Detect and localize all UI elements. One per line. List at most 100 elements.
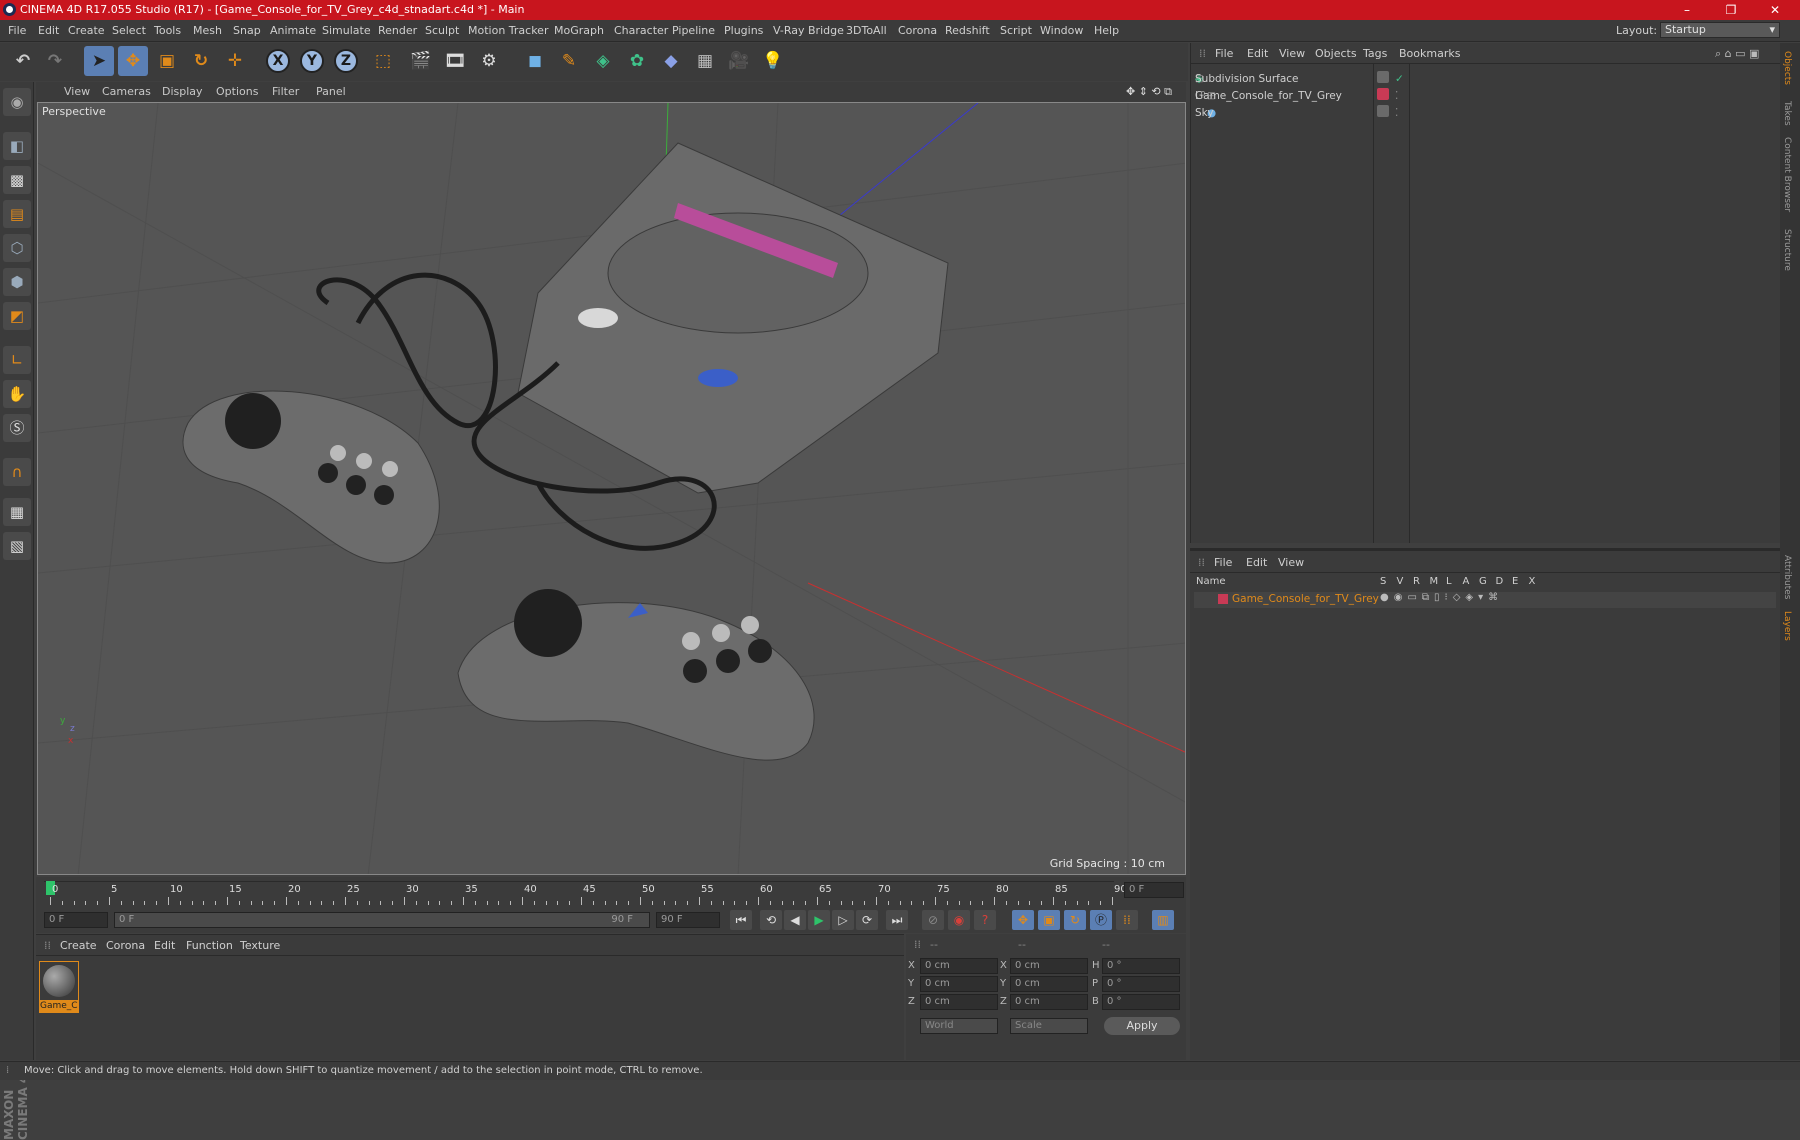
max-frame-field[interactable]: 90 F [656,912,720,928]
layer-col-x[interactable]: X [1529,576,1536,587]
key-position-icon[interactable]: ✥ [1012,910,1034,930]
menu-motion-tracker[interactable]: Motion Tracker [468,24,548,37]
menu-3dtoall[interactable]: 3DToAll [846,24,887,37]
menu-snap[interactable]: Snap [233,24,261,37]
layer-col-r[interactable]: R [1413,576,1420,587]
menu-sculpt[interactable]: Sculpt [425,24,459,37]
coord-size-field[interactable]: 0 cm [1010,994,1088,1010]
layer-col-name[interactable]: Name [1196,576,1226,587]
start-frame-field[interactable]: 0 F [44,912,108,928]
timeline-window-icon[interactable]: ▥ [1152,910,1174,930]
next-frame-icon[interactable]: ▷ [832,910,854,930]
key-parameter-icon[interactable]: Ⓟ [1090,910,1112,930]
tab-structure[interactable]: Structure [1782,229,1792,271]
mat-menu-create[interactable]: Create [60,939,97,952]
obj-menu-view[interactable]: View [1279,47,1305,60]
pen-spline-icon[interactable]: ✎ [554,46,584,76]
points-mode-icon[interactable]: ⬡ [3,234,31,262]
layer-menu-file[interactable]: File [1214,556,1232,569]
coord-size-field[interactable]: 0 cm [1010,976,1088,992]
tab-takes[interactable]: Takes [1782,101,1792,126]
workplane-icon[interactable]: ▤ [3,200,31,228]
floor-icon[interactable]: ▦ [690,46,720,76]
menu-corona[interactable]: Corona [898,24,937,37]
layer-menu-view[interactable]: View [1278,556,1304,569]
layer-row[interactable]: Game_Console_for_TV_Grey ●◉▭⧉▯⁝◇◈▾⌘ [1194,592,1776,608]
menu-mograph[interactable]: MoGraph [554,24,604,37]
material-swatch[interactable]: Game_C [39,961,79,1013]
menu-create[interactable]: Create [68,24,105,37]
camera-icon[interactable]: 🎥 [724,46,754,76]
layer-col-m[interactable]: M [1430,576,1439,587]
model-mode-icon[interactable]: ◧ [3,132,31,160]
layer-cell[interactable] [1377,71,1389,83]
edges-mode-icon[interactable]: ⬢ [3,268,31,296]
obj-menu-edit[interactable]: Edit [1247,47,1268,60]
layer-name[interactable]: Game_Console_for_TV_Grey [1232,593,1379,605]
viewport-nav-icon[interactable]: ✥ ⇕ ⟲ ⧉ [1126,85,1172,99]
render-settings-icon[interactable]: ⚙ [474,46,504,76]
apply-button[interactable]: Apply [1104,1017,1180,1035]
redo-icon[interactable]: ↷ [40,46,70,76]
goto-start-icon[interactable]: ⏮ [730,910,752,930]
layer-col-d[interactable]: D [1496,576,1504,587]
current-frame-field[interactable]: 0 F [1124,882,1184,898]
layer-col-s[interactable]: S [1380,576,1386,587]
timeline-ruler[interactable]: 0 5 10 15 20 25 30 35 40 45 50 55 60 65 70 75 80 85 90 0 F [36,877,1186,907]
tab-objects[interactable]: Objects [1782,51,1792,85]
obj-search-icon[interactable]: ⌕ ⌂ ▭ ▣ [1715,47,1759,61]
deformer-icon[interactable]: ◆ [656,46,686,76]
viewport-camera-label[interactable]: Perspective [42,105,106,118]
render-region-icon[interactable]: 🎞 [440,46,470,76]
layer-col-v[interactable]: V [1397,576,1404,587]
key-pla-icon[interactable]: ⁞⁞ [1116,910,1138,930]
polygons-mode-icon[interactable]: ◩ [3,302,31,330]
tweak-mode-icon[interactable]: ✋ [3,380,31,408]
menu-tools[interactable]: Tools [154,24,181,37]
menu-script[interactable]: Script [1000,24,1032,37]
viewport-menu-filter[interactable]: Filter [272,85,299,98]
minimize-button[interactable]: – [1666,0,1708,20]
object-row-sky[interactable]: ● Sky ⁚ [1195,101,1777,119]
magnet-icon[interactable]: ∩ [3,458,31,486]
tab-layers[interactable]: Layers [1782,611,1792,641]
z-axis-lock[interactable]: Z [334,49,358,73]
menu-render[interactable]: Render [378,24,417,37]
object-row-subdivision[interactable]: ⊟ ◈ Subdivision Surface ✓ [1195,67,1777,85]
mat-menu-edit[interactable]: Edit [154,939,175,952]
prev-frame-icon[interactable]: ◀ [784,910,806,930]
layout-dropdown[interactable]: Startup ▾ [1660,22,1780,38]
tab-content-browser[interactable]: Content Browser [1782,137,1792,212]
obj-menu-bookmarks[interactable]: Bookmarks [1399,47,1460,60]
frame-range-slider[interactable]: 0 F 90 F [114,912,650,928]
goto-end-icon[interactable]: ⏭ [886,910,908,930]
menu-select[interactable]: Select [112,24,146,37]
tab-attributes[interactable]: Attributes [1782,555,1792,599]
grid-lock-icon[interactable]: ▦ [3,498,31,526]
grid-snap-icon[interactable]: ▧ [3,532,31,560]
object-row-console[interactable]: ⊞ L⁰ Game_Console_for_TV_Grey ⁚ [1195,84,1777,102]
subdivision-icon[interactable]: ◈ [588,46,618,76]
viewport-menu-view[interactable]: View [64,85,90,98]
layer-color-tag[interactable] [1377,88,1389,100]
play-icon[interactable]: ▶ [808,910,830,930]
mat-menu-corona[interactable]: Corona [106,939,145,952]
select-cursor-icon[interactable]: ➤ [84,46,114,76]
menu-mesh[interactable]: Mesh [193,24,222,37]
coord-size-field[interactable]: 0 cm [1010,958,1088,974]
keyframe-selection-icon[interactable]: ? [974,910,996,930]
render-view-icon[interactable]: 🎬 [406,46,436,76]
visibility-dots-icon[interactable]: ⁚ [1395,105,1398,122]
menu-file[interactable]: File [8,24,26,37]
coord-space-dropdown[interactable]: World [920,1018,998,1034]
x-axis-lock[interactable]: X [266,49,290,73]
move-tool-icon[interactable]: ✥ [118,46,148,76]
viewport-menu-cameras[interactable]: Cameras [102,85,151,98]
array-icon[interactable]: ✿ [622,46,652,76]
scale-tool-icon[interactable]: ▣ [152,46,182,76]
make-editable-icon[interactable]: ◉ [3,88,31,116]
key-scale-icon[interactable]: ▣ [1038,910,1060,930]
menu-edit[interactable]: Edit [38,24,59,37]
maximize-button[interactable]: ❐ [1710,0,1752,20]
axis-mode-icon[interactable]: ∟ [3,346,31,374]
